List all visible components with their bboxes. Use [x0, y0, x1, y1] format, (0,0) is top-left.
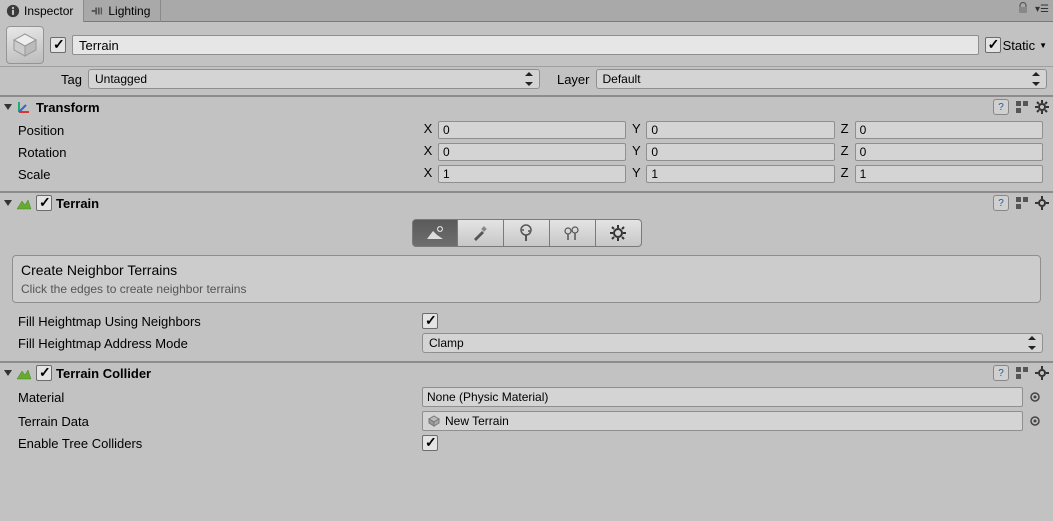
axis-x-label: X	[422, 121, 434, 139]
info-icon	[6, 4, 20, 18]
lock-icon[interactable]	[1017, 2, 1029, 17]
gameobject-name-input[interactable]	[72, 35, 979, 55]
rotation-x-input[interactable]	[438, 143, 626, 161]
scale-y-input[interactable]	[646, 165, 834, 183]
tool-subtitle: Click the edges to create neighbor terra…	[21, 282, 1032, 296]
paint-terrain-tool-button[interactable]	[458, 219, 504, 247]
foldout-icon[interactable]	[4, 200, 12, 206]
axis-z-label: Z	[839, 121, 851, 139]
preset-icon[interactable]	[1015, 196, 1029, 210]
tab-lighting[interactable]: Lighting	[84, 0, 161, 22]
terrain-data-label: Terrain Data	[18, 414, 418, 429]
component-transform: Transform ? Position X Y Z Rotation X Y …	[0, 95, 1053, 191]
tab-inspector-label: Inspector	[24, 4, 73, 18]
terrain-title: Terrain	[56, 196, 99, 211]
rotation-z-input[interactable]	[855, 143, 1043, 161]
terrain-collider-enabled-checkbox[interactable]	[36, 365, 52, 381]
foldout-icon[interactable]	[4, 104, 12, 110]
tab-lighting-label: Lighting	[108, 4, 150, 18]
terrain-settings-tool-button[interactable]	[596, 219, 642, 247]
static-label: Static	[1003, 38, 1036, 53]
rotation-label: Rotation	[18, 145, 418, 160]
component-terrain: Terrain ? Create Neighbor Terrains Click…	[0, 191, 1053, 361]
address-mode-label: Fill Heightmap Address Mode	[18, 336, 418, 351]
fill-heightmap-checkbox[interactable]	[422, 313, 438, 329]
enable-tree-colliders-label: Enable Tree Colliders	[18, 436, 418, 451]
tool-title: Create Neighbor Terrains	[21, 262, 1032, 278]
object-picker-icon[interactable]	[1027, 389, 1043, 405]
layer-value: Default	[603, 72, 641, 86]
transform-icon	[16, 99, 32, 115]
static-checkbox[interactable]	[985, 37, 1001, 53]
preset-icon[interactable]	[1015, 100, 1029, 114]
create-neighbor-tool-button[interactable]	[412, 219, 458, 247]
rotation-y-input[interactable]	[646, 143, 834, 161]
foldout-icon[interactable]	[4, 370, 12, 376]
position-z-input[interactable]	[855, 121, 1043, 139]
gear-icon[interactable]	[1035, 196, 1049, 210]
gameobject-active-checkbox[interactable]	[50, 37, 66, 53]
scale-x-input[interactable]	[438, 165, 626, 183]
layer-dropdown[interactable]: Default	[596, 69, 1048, 89]
enable-tree-colliders-checkbox[interactable]	[422, 435, 438, 451]
fill-heightmap-label: Fill Heightmap Using Neighbors	[18, 314, 418, 329]
tab-bar: Inspector Lighting ▾☰	[0, 0, 1053, 22]
help-icon[interactable]: ?	[993, 195, 1009, 211]
lighting-icon	[90, 4, 104, 18]
transform-title: Transform	[36, 100, 100, 115]
material-value: None (Physic Material)	[427, 390, 548, 404]
terrain-data-field[interactable]: New Terrain	[422, 411, 1023, 431]
scale-label: Scale	[18, 167, 418, 182]
tag-dropdown[interactable]: Untagged	[88, 69, 540, 89]
axis-y-label: Y	[630, 121, 642, 139]
paint-details-tool-button[interactable]	[550, 219, 596, 247]
gameobject-cube-icon[interactable]	[6, 26, 44, 64]
object-picker-icon[interactable]	[1027, 413, 1043, 429]
scale-z-input[interactable]	[855, 165, 1043, 183]
panel-menu-icon[interactable]: ▾☰	[1035, 4, 1049, 15]
position-y-input[interactable]	[646, 121, 834, 139]
help-icon[interactable]: ?	[993, 99, 1009, 115]
address-mode-dropdown[interactable]: Clamp	[422, 333, 1043, 353]
transform-header[interactable]: Transform ?	[0, 97, 1053, 117]
terrain-collider-title: Terrain Collider	[56, 366, 151, 381]
tag-value: Untagged	[95, 72, 147, 86]
terrain-tool-info: Create Neighbor Terrains Click the edges…	[12, 255, 1041, 303]
static-dropdown-icon[interactable]: ▼	[1039, 41, 1047, 50]
terrain-enabled-checkbox[interactable]	[36, 195, 52, 211]
gameobject-header: Static ▼	[0, 22, 1053, 67]
preset-icon[interactable]	[1015, 366, 1029, 380]
paint-trees-tool-button[interactable]	[504, 219, 550, 247]
layer-label: Layer	[546, 72, 590, 87]
terrain-toolbar	[0, 215, 1053, 255]
gear-icon[interactable]	[1035, 100, 1049, 114]
terrain-data-value: New Terrain	[445, 414, 509, 428]
terrain-header[interactable]: Terrain ?	[0, 193, 1053, 213]
terrain-icon	[16, 365, 32, 381]
position-x-input[interactable]	[438, 121, 626, 139]
component-terrain-collider: Terrain Collider ? Material None (Physic…	[0, 361, 1053, 459]
terrain-collider-header[interactable]: Terrain Collider ?	[0, 363, 1053, 383]
tag-layer-row: Tag Untagged Layer Default	[0, 67, 1053, 95]
terrain-icon	[16, 195, 32, 211]
help-icon[interactable]: ?	[993, 365, 1009, 381]
gear-icon[interactable]	[1035, 366, 1049, 380]
tag-label: Tag	[48, 72, 82, 87]
material-label: Material	[18, 390, 418, 405]
position-label: Position	[18, 123, 418, 138]
asset-icon	[427, 414, 441, 428]
address-mode-value: Clamp	[429, 336, 464, 350]
tab-inspector[interactable]: Inspector	[0, 0, 84, 22]
material-field[interactable]: None (Physic Material)	[422, 387, 1023, 407]
